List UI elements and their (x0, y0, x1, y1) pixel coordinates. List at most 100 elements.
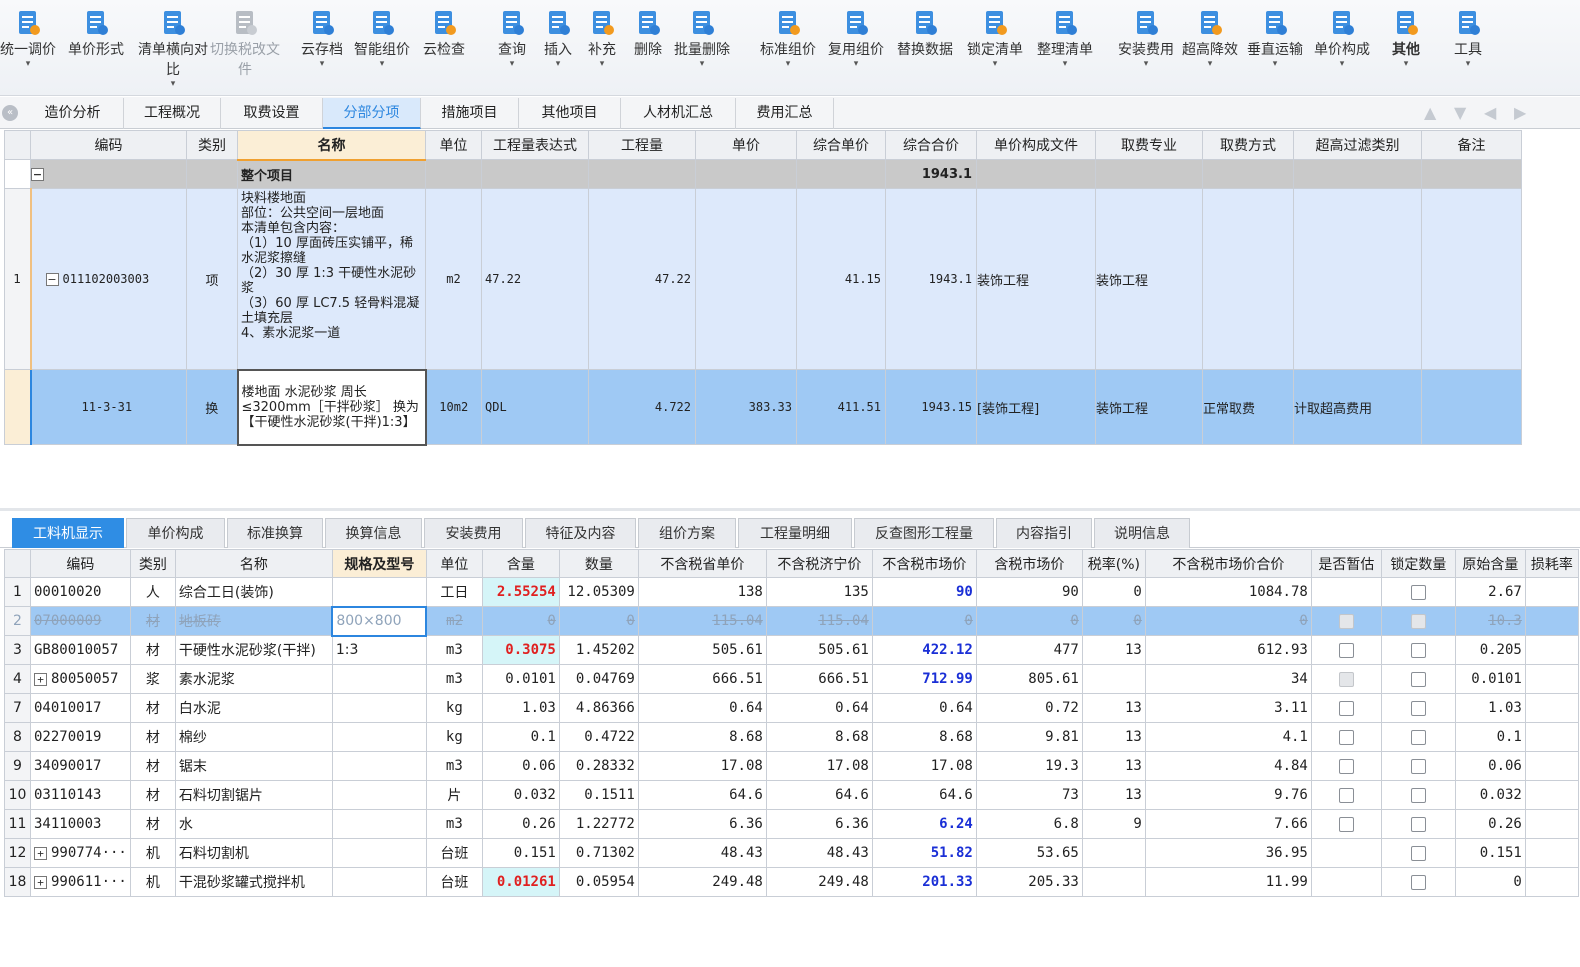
grid2-header[interactable]: 原始含量 (1454, 549, 1526, 578)
cell-spec[interactable]: 800×800 (331, 605, 428, 637)
dropdown-arrow-icon[interactable]: ▾ (1310, 60, 1374, 69)
cell-market[interactable]: 422.12 (871, 635, 977, 665)
material-row[interactable]: 10 03110143 材石料切割锯片片 0.032 0.1511 64.6 64.6 64.… (4, 780, 1579, 810)
cell-rate[interactable] (1081, 838, 1146, 868)
replace-data-button[interactable]: 替换数据 (893, 8, 957, 60)
cell-lock[interactable] (1380, 722, 1456, 752)
tab-1[interactable]: 造价分析 (22, 98, 124, 129)
grid2-header[interactable]: 规格及型号 (331, 549, 427, 578)
cell-market[interactable]: 51.82 (871, 838, 977, 868)
cell-market_tax[interactable]: 53.65 (975, 838, 1083, 868)
cell-qty[interactable]: 1.45202 (558, 635, 639, 665)
checkbox[interactable] (1410, 874, 1426, 890)
material-row[interactable]: 2 07000009 材地板砖 800×800 m2 0 0 115.04 115.04 0 0 0 0… (4, 605, 1579, 637)
cell-market[interactable]: 90 (871, 577, 977, 607)
bottom-tab-9[interactable]: 反查图形工程量 (854, 518, 994, 548)
checkbox[interactable] (1338, 816, 1354, 832)
dropdown-arrow-icon[interactable]: ▾ (670, 60, 734, 69)
grid2-header[interactable]: 税率(%) (1081, 549, 1146, 578)
cell-rate[interactable]: 13 (1081, 780, 1146, 810)
batch-delete-button[interactable]: 批量删除 ▾ (670, 8, 734, 69)
standard-pricing-button[interactable]: 标准组价 ▾ (756, 8, 820, 69)
cell-lock[interactable] (1380, 838, 1456, 868)
cell-spec[interactable] (331, 577, 427, 607)
cell-content[interactable]: 1.03 (481, 693, 560, 723)
dropdown-arrow-icon[interactable]: ▾ (756, 60, 820, 69)
dropdown-arrow-icon[interactable]: ▾ (350, 60, 414, 69)
cell-market_tax[interactable]: 805.61 (975, 664, 1083, 694)
material-row[interactable]: 18 +990611··· 机干混砂浆罐式搅拌机 台班 0.01261 0.05954 24… (4, 867, 1579, 897)
cell-orig[interactable]: 0.151 (1454, 838, 1526, 868)
cell-est[interactable] (1310, 867, 1382, 897)
grid2-header[interactable]: 是否暂估 (1310, 549, 1382, 578)
grid2-header[interactable]: 含量 (481, 549, 560, 578)
cell-est[interactable] (1310, 809, 1382, 839)
checkbox[interactable] (1410, 787, 1426, 803)
checkbox[interactable] (1410, 642, 1426, 658)
checkbox[interactable] (1410, 729, 1426, 745)
dropdown-arrow-icon[interactable]: ▾ (1114, 60, 1178, 69)
dropdown-arrow-icon[interactable]: ▾ (1033, 60, 1097, 69)
bottom-tab-10[interactable]: 内容指引 (996, 518, 1092, 548)
grid2-header[interactable]: 不含税市场价合价 (1144, 549, 1312, 578)
grid1-header[interactable]: 备注 (1421, 130, 1522, 160)
cell-lock[interactable] (1380, 867, 1456, 897)
cell-market[interactable]: 8.68 (871, 722, 977, 752)
tab-7[interactable]: 人材机汇总 (621, 98, 736, 129)
cell-market_tax[interactable]: 6.8 (975, 809, 1083, 839)
grid2-header[interactable]: 数量 (558, 549, 639, 578)
checkbox[interactable] (1410, 816, 1426, 832)
cell-rate[interactable]: 13 (1081, 722, 1146, 752)
item-name[interactable]: 块料楼地面 部位：公共空间一层地面 本清单包含内容： （1）10 厚面砖压实铺平… (237, 188, 426, 370)
grid1-header[interactable]: 单价 (695, 130, 797, 160)
grid1-header[interactable]: 综合合价 (885, 130, 977, 160)
collapse-icon[interactable]: − (31, 167, 44, 181)
grid1-header[interactable]: 超高过滤类别 (1293, 130, 1422, 160)
dropdown-arrow-icon[interactable]: ▾ (0, 60, 60, 69)
cell-est[interactable] (1310, 664, 1382, 694)
cell-market_tax[interactable]: 9.81 (975, 722, 1083, 752)
checkbox[interactable] (1338, 729, 1354, 745)
cell-qty[interactable]: 0.71302 (558, 838, 639, 868)
dropdown-arrow-icon[interactable]: ▾ (1374, 60, 1438, 69)
nav-right-icon[interactable]: ▶ (1514, 103, 1526, 122)
cell-orig[interactable]: 2.67 (1454, 577, 1526, 607)
cell-qty[interactable]: 0 (558, 606, 639, 636)
expand-icon[interactable]: + (34, 847, 47, 860)
checkbox[interactable] (1338, 671, 1354, 687)
high-reduce-button[interactable]: 超高降效 ▾ (1178, 8, 1242, 69)
bottom-tab-4[interactable]: 换算信息 (325, 518, 422, 548)
grid2-header[interactable]: 不含税省单价 (637, 549, 767, 578)
cell-rate[interactable] (1081, 867, 1146, 897)
cell-rate[interactable]: 0 (1081, 577, 1146, 607)
grid1-header[interactable]: 取费方式 (1202, 130, 1294, 160)
grid1-header[interactable]: 工程量 (588, 130, 696, 160)
cell-spec[interactable]: 1:3 (331, 635, 427, 665)
bottom-tab-2[interactable]: 单价构成 (126, 518, 225, 548)
bottom-tab-7[interactable]: 组价方案 (638, 518, 736, 548)
material-row[interactable]: 4 +80050057 浆素水泥浆 m3 0.0101 0.04769 666.51 666.… (4, 664, 1579, 694)
cell-market_tax[interactable]: 477 (975, 635, 1083, 665)
cell-orig[interactable]: 0.0101 (1454, 664, 1526, 694)
cell-market_tax[interactable]: 90 (975, 577, 1083, 607)
organize-list-button[interactable]: 整理清单 ▾ (1033, 8, 1097, 69)
cell-lock[interactable] (1380, 606, 1456, 636)
checkbox[interactable] (1338, 758, 1354, 774)
dropdown-arrow-icon[interactable]: ▾ (824, 60, 888, 69)
checkbox[interactable] (1338, 787, 1354, 803)
collapse-panel-icon[interactable]: « (2, 105, 18, 121)
cell-spec[interactable] (331, 809, 427, 839)
cell-spec[interactable] (331, 693, 427, 723)
cell-spec[interactable] (331, 722, 427, 752)
cell-qty[interactable]: 0.28332 (558, 751, 639, 781)
cell-lock[interactable] (1380, 693, 1456, 723)
cell-content[interactable]: 0.0101 (481, 664, 560, 694)
cell-market_tax[interactable]: 73 (975, 780, 1083, 810)
cell-qty[interactable]: 0.04769 (558, 664, 639, 694)
cell-content[interactable]: 0.01261 (481, 867, 560, 897)
grid2-header[interactable]: 名称 (174, 549, 333, 578)
dropdown-arrow-icon[interactable]: ▾ (1178, 60, 1242, 69)
cell-rate[interactable]: 9 (1081, 809, 1146, 839)
material-row[interactable]: 9 34090017 材锯末 m3 0.06 0.28332 17.08 17.08 17.08… (4, 751, 1579, 781)
install-fee-button[interactable]: 安装费用 ▾ (1114, 8, 1178, 69)
